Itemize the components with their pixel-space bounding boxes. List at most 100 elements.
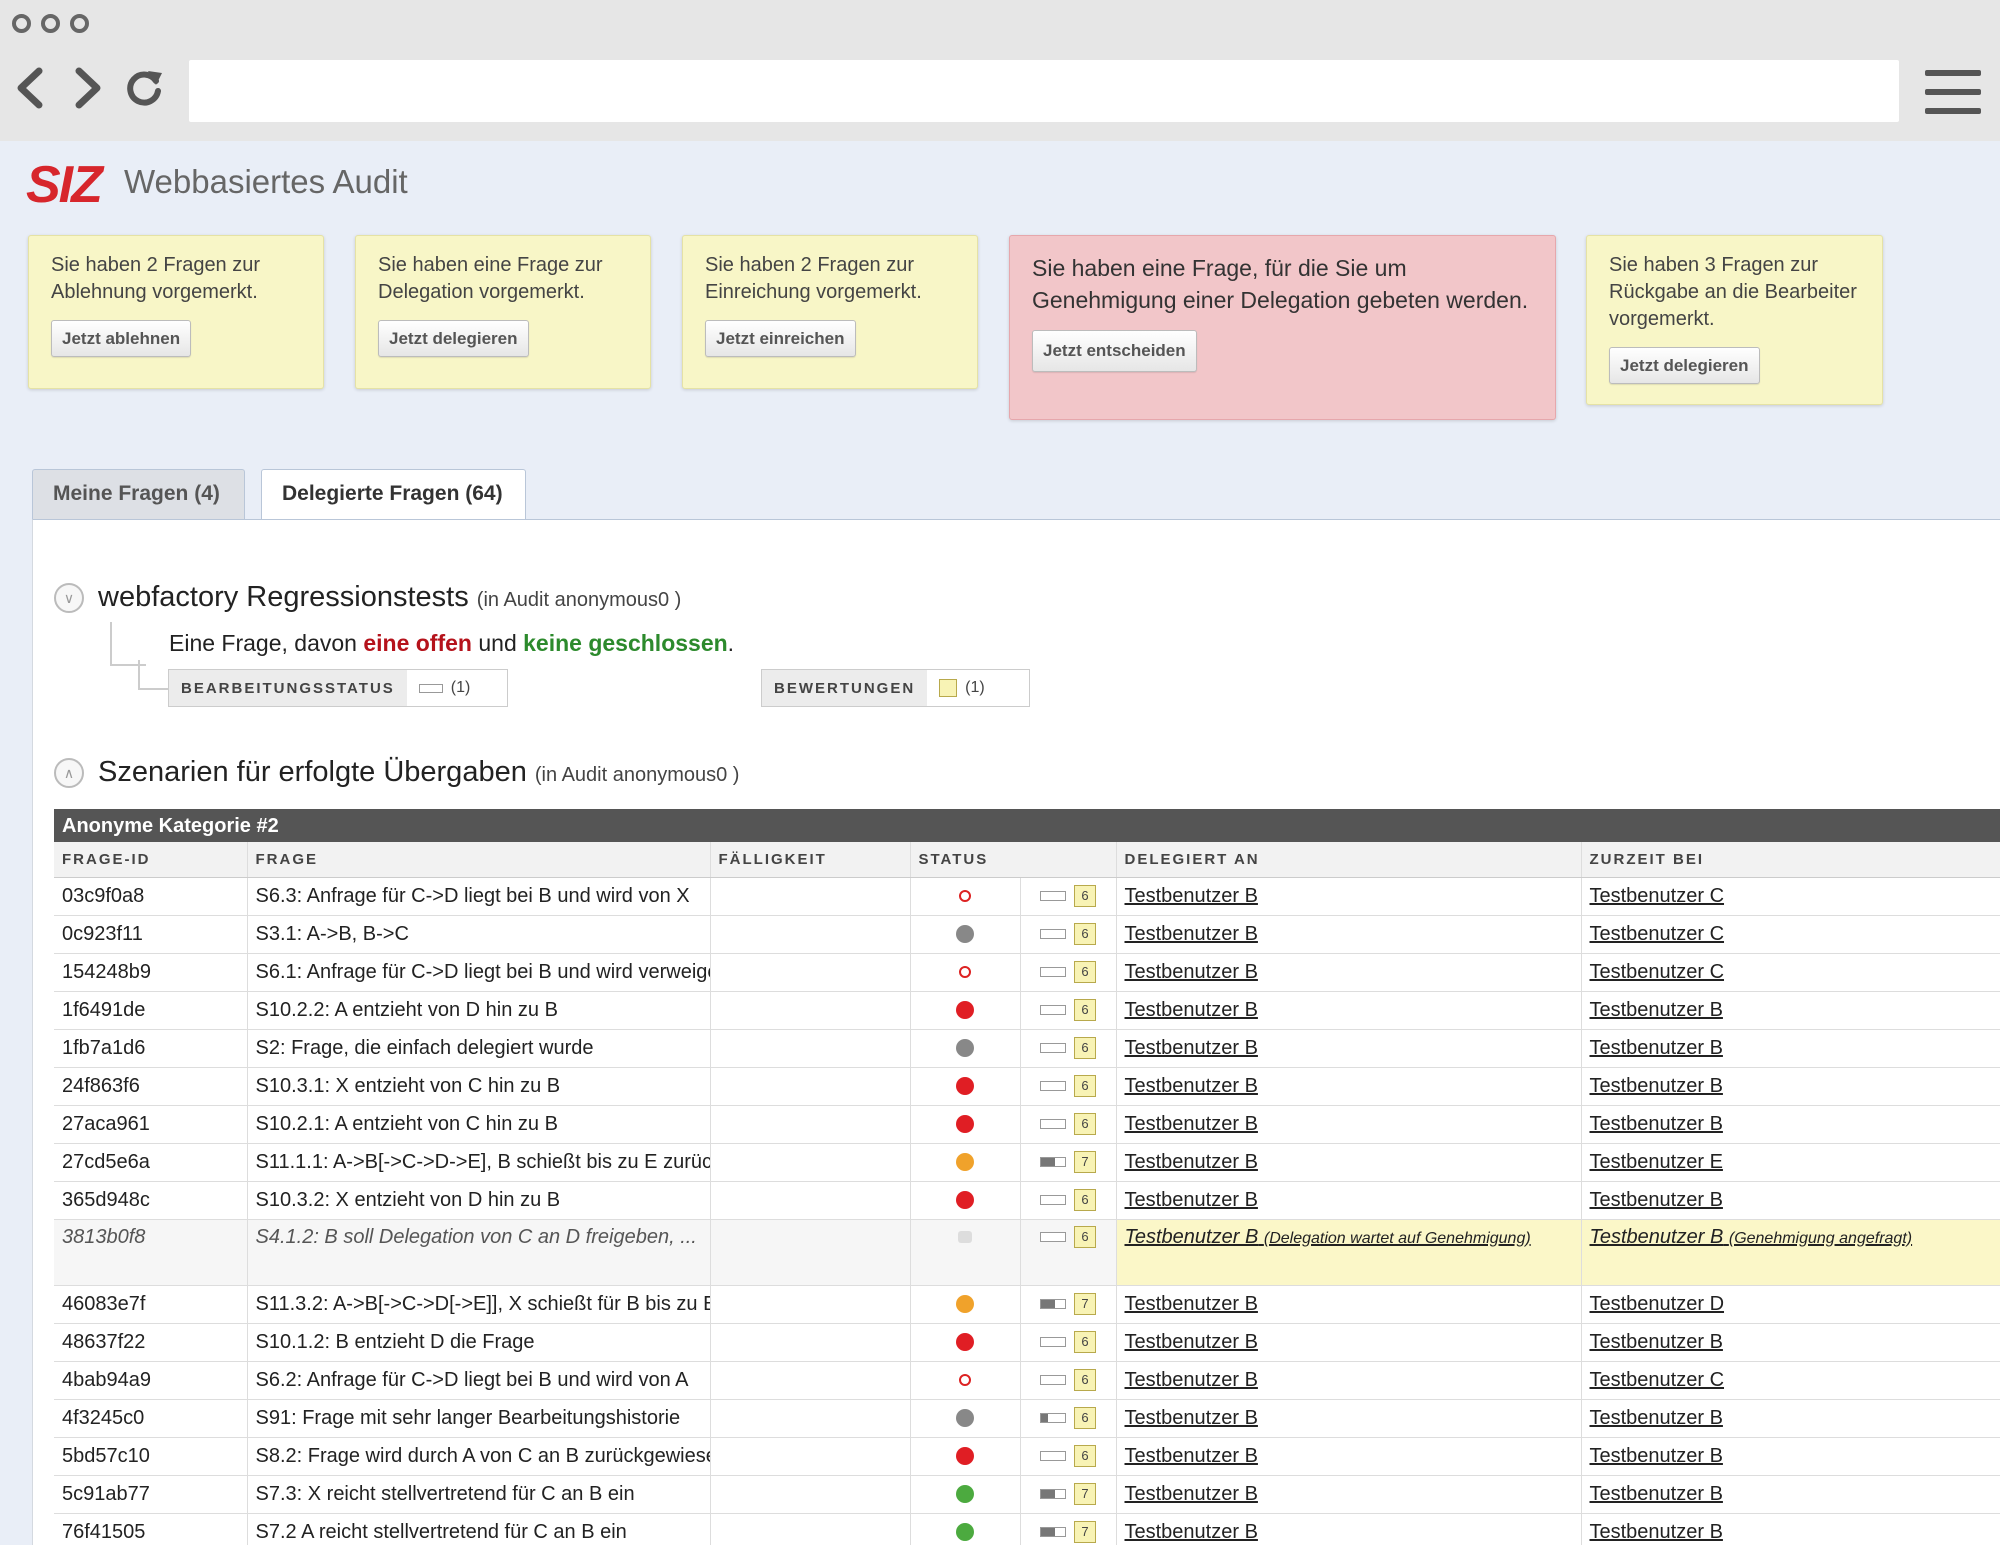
delegated-user-link[interactable]: Testbenutzer B xyxy=(1125,923,1258,945)
forward-icon[interactable] xyxy=(64,62,110,114)
cell-id: 4f3245c0 xyxy=(54,1399,248,1438)
cell-frage[interactable]: S2: Frage, die einfach delegiert wurde xyxy=(247,1029,711,1068)
current-user-link[interactable]: Testbenutzer B xyxy=(1590,1521,1723,1543)
reload-icon[interactable] xyxy=(121,62,167,114)
table-row[interactable]: 27aca961 S10.2.1: A entzieht von C hin zu… xyxy=(54,1105,2000,1144)
cell-status xyxy=(910,877,1021,916)
table-row[interactable]: 1f6491de S10.2.2: A entzieht von D hin zu… xyxy=(54,991,2000,1030)
cell-frage[interactable]: S11.3.2: A->B[->C->D[->E]], X schießt fü… xyxy=(247,1285,711,1324)
reject-now-button[interactable]: Jetzt ablehnen xyxy=(51,320,192,357)
table-row[interactable]: 4bab94a9 S6.2: Anfrage für C->D liegt bei… xyxy=(54,1361,2000,1400)
column-header-status[interactable]: STATUS xyxy=(910,842,1117,878)
column-header-zurzeit[interactable]: ZURZEIT BEI xyxy=(1581,842,2000,878)
cell-frage[interactable]: S10.2.1: A entzieht von C hin zu B xyxy=(247,1105,711,1144)
delegated-user-link[interactable]: Testbenutzer B xyxy=(1125,1445,1258,1467)
current-user-link[interactable]: Testbenutzer C xyxy=(1590,885,1725,907)
current-user-link[interactable]: Testbenutzer C xyxy=(1590,961,1725,983)
delegate-return-now-button[interactable]: Jetzt delegieren xyxy=(1609,347,1760,384)
tab-delegierte-fragen[interactable]: Delegierte Fragen (64) xyxy=(261,469,526,521)
table-row[interactable]: 4f3245c0 S91: Frage mit sehr langer Bearb… xyxy=(54,1399,2000,1438)
back-icon[interactable] xyxy=(8,62,54,114)
expand-icon[interactable]: ∧ xyxy=(54,758,84,788)
delegated-user-link[interactable]: Testbenutzer B xyxy=(1125,999,1258,1021)
current-user-link[interactable]: Testbenutzer B xyxy=(1590,1331,1723,1353)
cell-frage[interactable]: S6.1: Anfrage für C->D liegt bei B und w… xyxy=(247,953,711,992)
current-user-link[interactable]: Testbenutzer B xyxy=(1590,1075,1723,1097)
table-row[interactable]: 48637f22 S10.1.2: B entzieht D die Frage 6… xyxy=(54,1323,2000,1362)
table-row[interactable]: 3813b0f8 S4.1.2: B soll Delegation von C … xyxy=(54,1219,2000,1286)
cell-frage[interactable]: S6.3: Anfrage für C->D liegt bei B und w… xyxy=(247,877,711,916)
table-row[interactable]: 46083e7f S11.3.2: A->B[->C->D[->E]], X sc… xyxy=(54,1285,2000,1324)
cell-frage[interactable]: S91: Frage mit sehr langer Bearbeitungsh… xyxy=(247,1399,711,1438)
column-header-delegiert[interactable]: DELEGIERT AN xyxy=(1116,842,1582,878)
cell-faelligkeit xyxy=(710,1437,911,1476)
delegated-user-link[interactable]: Testbenutzer B xyxy=(1125,1407,1258,1429)
status-badge-group[interactable]: BEARBEITUNGSSTATUS (1) xyxy=(168,669,508,707)
cell-frage[interactable]: S3.1: A->B, B->C xyxy=(247,915,711,954)
table-row[interactable]: 5c91ab77 S7.3: X reicht stellvertretend f… xyxy=(54,1475,2000,1514)
delegated-user-link[interactable]: Testbenutzer B xyxy=(1125,1483,1258,1505)
delegated-user-link[interactable]: Testbenutzer B xyxy=(1125,1369,1258,1391)
cell-progress: 7 xyxy=(1020,1285,1117,1324)
ratings-badge-group[interactable]: BEWERTUNGEN (1) xyxy=(761,669,1030,707)
current-user-name: Testbenutzer B xyxy=(1589,1225,1724,1248)
current-user-link[interactable]: Testbenutzer E xyxy=(1590,1151,1723,1173)
minimize-window-icon[interactable] xyxy=(41,14,60,33)
current-user-link[interactable]: Testbenutzer B xyxy=(1590,1037,1723,1059)
current-user-link[interactable]: Testbenutzer B xyxy=(1590,1113,1723,1135)
table-row[interactable]: 154248b9 S6.1: Anfrage für C->D liegt bei… xyxy=(54,953,2000,992)
current-user-link[interactable]: Testbenutzer B (Genehmigung angefragt) xyxy=(1590,1226,1913,1248)
collapse-icon[interactable]: ∨ xyxy=(54,583,84,613)
table-row[interactable]: 1fb7a1d6 S2: Frage, die einfach delegiert… xyxy=(54,1029,2000,1068)
submit-now-button[interactable]: Jetzt einreichen xyxy=(705,320,856,357)
table-row[interactable]: 0c923f11 S3.1: A->B, B->C 6 Testbenutzer B T… xyxy=(54,915,2000,954)
current-user-link[interactable]: Testbenutzer B xyxy=(1590,999,1723,1021)
cell-frage[interactable]: S7.2 A reicht stellvertretend für C an B… xyxy=(247,1513,711,1545)
cell-frage[interactable]: S10.2.2: A entzieht von D hin zu B xyxy=(247,991,711,1030)
current-user-link[interactable]: Testbenutzer B xyxy=(1590,1483,1723,1505)
hamburger-menu-icon[interactable] xyxy=(1925,70,1981,114)
close-window-icon[interactable] xyxy=(12,14,31,33)
delegated-user-link[interactable]: Testbenutzer B (Delegation wartet auf Ge… xyxy=(1125,1226,1531,1248)
cell-frage[interactable]: S10.3.1: X entzieht von C hin zu B xyxy=(247,1067,711,1106)
delegated-user-link[interactable]: Testbenutzer B xyxy=(1125,1331,1258,1353)
delegated-user-link[interactable]: Testbenutzer B xyxy=(1125,1521,1258,1543)
delegated-user-link[interactable]: Testbenutzer B xyxy=(1125,1293,1258,1315)
tab-meine-fragen[interactable]: Meine Fragen (4) xyxy=(32,469,245,519)
current-user-link[interactable]: Testbenutzer C xyxy=(1590,923,1725,945)
delegate-now-button[interactable]: Jetzt delegieren xyxy=(378,320,529,357)
current-user-link[interactable]: Testbenutzer B xyxy=(1590,1445,1723,1467)
cell-frage[interactable]: S10.3.2: X entzieht von D hin zu B xyxy=(247,1181,711,1220)
table-row[interactable]: 365d948c S10.3.2: X entzieht von D hin zu… xyxy=(54,1181,2000,1220)
decide-now-button[interactable]: Jetzt entscheiden xyxy=(1032,330,1197,372)
table-row[interactable]: 5bd57c10 S8.2: Frage wird durch A von C a… xyxy=(54,1437,2000,1476)
table-row[interactable]: 03c9f0a8 S6.3: Anfrage für C->D liegt bei… xyxy=(54,877,2000,916)
current-user-link[interactable]: Testbenutzer B xyxy=(1590,1189,1723,1211)
cell-frage[interactable]: S11.1.1: A->B[->C->D->E], B schießt bis … xyxy=(247,1143,711,1182)
cell-id: 4bab94a9 xyxy=(54,1361,248,1400)
table-row[interactable]: 24f863f6 S10.3.1: X entzieht von C hin zu… xyxy=(54,1067,2000,1106)
current-user-link[interactable]: Testbenutzer C xyxy=(1590,1369,1725,1391)
column-header-frage[interactable]: FRAGE xyxy=(247,842,711,878)
cell-frage[interactable]: S7.3: X reicht stellvertretend für C an … xyxy=(247,1475,711,1514)
table-row[interactable]: 27cd5e6a S11.1.1: A->B[->C->D->E], B schi… xyxy=(54,1143,2000,1182)
cell-frage[interactable]: S6.2: Anfrage für C->D liegt bei B und w… xyxy=(247,1361,711,1400)
delegated-user-link[interactable]: Testbenutzer B xyxy=(1125,885,1258,907)
delegated-user-link[interactable]: Testbenutzer B xyxy=(1125,1151,1258,1173)
table-row[interactable]: 76f41505 S7.2 A reicht stellvertretend fü… xyxy=(54,1513,2000,1545)
cell-frage[interactable]: S10.1.2: B entzieht D die Frage xyxy=(247,1323,711,1362)
address-bar[interactable] xyxy=(189,60,1899,122)
column-header-faelligkeit[interactable]: FÄLLIGKEIT xyxy=(710,842,911,878)
delegated-user-link[interactable]: Testbenutzer B xyxy=(1125,961,1258,983)
cell-frage[interactable]: S4.1.2: B soll Delegation von C an D fre… xyxy=(247,1219,711,1286)
delegated-user-link[interactable]: Testbenutzer B xyxy=(1125,1075,1258,1097)
delegated-user-link[interactable]: Testbenutzer B xyxy=(1125,1189,1258,1211)
maximize-window-icon[interactable] xyxy=(70,14,89,33)
column-header-id[interactable]: FRAGE-ID xyxy=(54,842,248,878)
delegated-user-link[interactable]: Testbenutzer B xyxy=(1125,1037,1258,1059)
delegated-user-link[interactable]: Testbenutzer B xyxy=(1125,1113,1258,1135)
cell-delegiert: Testbenutzer B xyxy=(1116,1361,1582,1400)
current-user-link[interactable]: Testbenutzer D xyxy=(1590,1293,1725,1315)
current-user-link[interactable]: Testbenutzer B xyxy=(1590,1407,1723,1429)
cell-frage[interactable]: S8.2: Frage wird durch A von C an B zurü… xyxy=(247,1437,711,1476)
